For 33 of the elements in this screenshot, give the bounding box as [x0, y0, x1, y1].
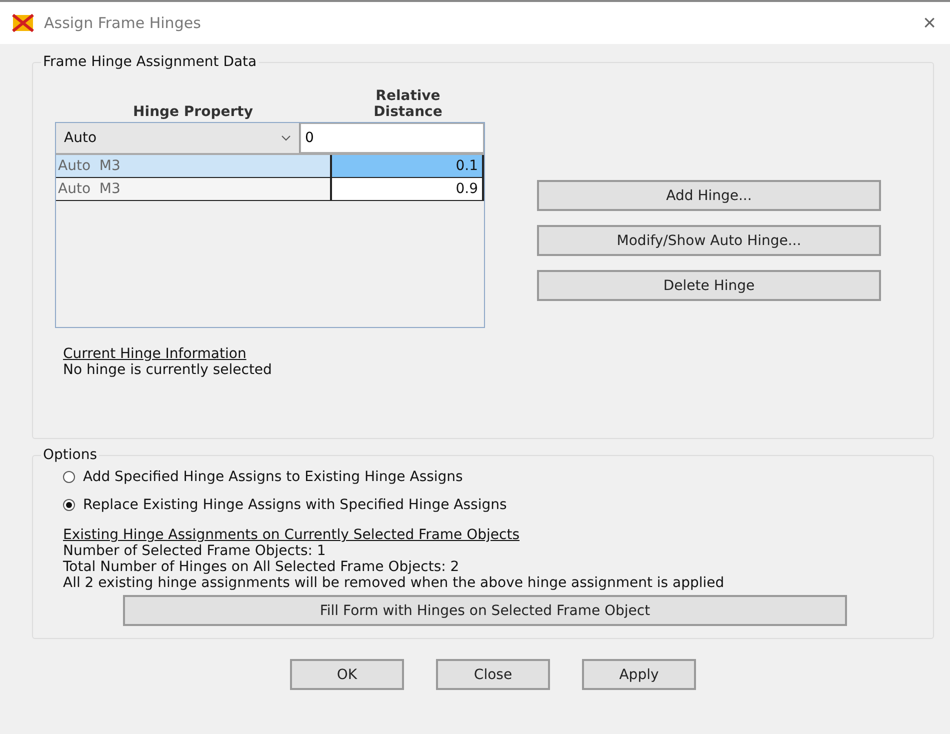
dialog-button[interactable]: Close [436, 659, 550, 690]
info-text: All 2 existing hinge assignments will be removed when the above hinge assignment is applied [63, 575, 726, 591]
hinge-button[interactable]: Delete Hinge [537, 270, 881, 301]
column-header: Relative Distance [372, 88, 444, 122]
table-cell: Auto M3 [56, 178, 332, 200]
hinge-button[interactable]: Add Hinge... [537, 180, 881, 211]
info-heading: Current Hinge Information [63, 346, 248, 362]
info-text: No hinge is currently selected [63, 362, 273, 378]
hinge-property-dropdown[interactable]: Auto [56, 123, 300, 153]
info-text: Number of Selected Frame Objects: 1 [63, 543, 327, 559]
hinge-button[interactable]: Modify/Show Auto Hinge... [537, 225, 881, 256]
table-cell: 0.9 [332, 178, 484, 200]
column-header: Hinge Property [132, 104, 254, 122]
radio-label[interactable]: Replace Existing Hinge Assigns with Specified Hinge Assigns [83, 497, 507, 513]
hinge-row[interactable]: Auto M3 0.9 [56, 178, 484, 201]
group-title: Options [42, 447, 98, 463]
radio-button[interactable] [63, 499, 75, 511]
dialog-button[interactable]: Apply [582, 659, 696, 690]
app-logo-icon [12, 14, 34, 32]
table-cell: 0.1 [332, 155, 484, 177]
fill-form-button[interactable]: Fill Form with Hinges on Selected Frame Object [123, 595, 847, 626]
existing-heading: Existing Hinge Assignments on Currently Selected Frame Objects [63, 527, 521, 543]
close-button[interactable]: × [919, 10, 940, 36]
distance-field[interactable]: 0 [300, 123, 484, 153]
radio-label[interactable]: Add Specified Hinge Assigns to Existing Hinge Assigns [83, 469, 463, 485]
radio-button[interactable] [63, 471, 75, 483]
info-text: Total Number of Hinges on All Selected Frame Objects: 2 [63, 559, 460, 575]
table-cell: Auto M3 [56, 155, 332, 177]
chevron-down-icon [281, 135, 291, 141]
hinge-row[interactable]: Auto M3 0.1 [56, 155, 484, 178]
dialog-button[interactable]: OK [290, 659, 404, 690]
group-title: Frame Hinge Assignment Data [42, 54, 258, 70]
window-title: Assign Frame Hinges [44, 14, 202, 32]
